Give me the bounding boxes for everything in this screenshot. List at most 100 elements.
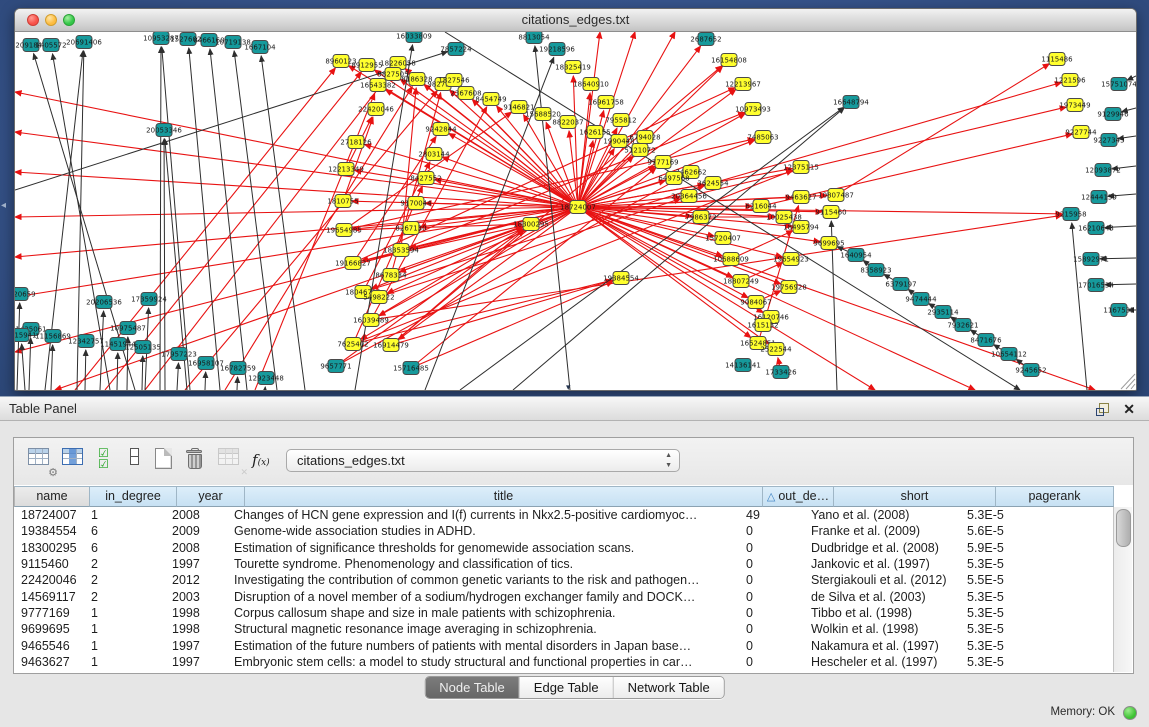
table-row[interactable]: 977716911998Corpus callosum shape and si… — [15, 605, 1114, 621]
tab-network-table[interactable]: Network Table — [614, 677, 724, 698]
table-panel-titlebar[interactable]: Table Panel ✕ — [0, 396, 1149, 421]
graph-node[interactable]: 7955812 — [605, 114, 636, 127]
graph-node[interactable]: 16154808 — [711, 54, 747, 67]
citation-edge[interactable] — [578, 207, 751, 338]
graph-node[interactable]: 2320659 — [15, 288, 36, 301]
split-pane-handle-icon[interactable]: ▾ — [566, 382, 571, 393]
graph-node[interactable]: 14136141 — [725, 359, 761, 372]
column-header-year[interactable]: year — [177, 486, 245, 507]
table-row[interactable]: 969969511998Structural magnetic resonanc… — [15, 621, 1114, 637]
graph-node[interactable]: 10975487 — [110, 322, 146, 335]
table-row[interactable]: 911546021997Tourette syndrome. Phenomeno… — [15, 556, 1114, 572]
column-header-name[interactable]: name — [14, 486, 90, 507]
citation-edge[interactable] — [177, 363, 179, 390]
graph-node[interactable]: 19166827 — [335, 257, 371, 270]
graph-node[interactable]: 20206536 — [86, 296, 122, 309]
graph-node[interactable]: 2718126 — [340, 136, 372, 149]
graph-node[interactable]: 17016534 — [1078, 279, 1114, 292]
graph-node[interactable]: 10807487 — [818, 189, 854, 202]
float-panel-icon[interactable] — [1096, 403, 1109, 416]
graph-node[interactable]: 9227343 — [1093, 134, 1124, 147]
graph-node[interactable]: 16033809 — [396, 32, 432, 43]
graph-node[interactable]: 9474444 — [905, 293, 937, 306]
citation-edge[interactable] — [234, 51, 277, 390]
table-settings-icon[interactable]: ⚙ — [28, 448, 54, 474]
graph-node[interactable]: 16914479 — [373, 339, 409, 352]
network-canvas[interactable]: 1872400789601238912955182260589827505818… — [15, 32, 1136, 390]
graph-node[interactable]: 1810755 — [327, 195, 358, 208]
graph-node[interactable]: 8813054 — [518, 32, 550, 44]
citation-edge[interactable] — [15, 132, 578, 207]
citation-edge[interactable] — [17, 303, 20, 390]
delete-trash-icon[interactable] — [186, 448, 212, 474]
citation-edge[interactable] — [29, 338, 31, 390]
resize-grip-icon[interactable] — [1126, 379, 1135, 389]
graph-node[interactable]: 19218596 — [539, 43, 575, 56]
scrollbar-thumb[interactable] — [1116, 509, 1131, 547]
citation-edge[interactable] — [237, 377, 238, 390]
close-panel-icon[interactable]: ✕ — [1123, 400, 1135, 418]
vertical-scrollbar[interactable] — [1113, 507, 1132, 672]
graph-node[interactable]: 8471676 — [970, 334, 1002, 347]
graph-node[interactable]: 16961758 — [588, 96, 624, 109]
tab-node-table[interactable]: Node Table — [425, 677, 520, 698]
citation-edge[interactable] — [15, 207, 578, 297]
graph-node[interactable]: 12444159 — [1081, 191, 1117, 204]
graph-node[interactable]: 6379197 — [885, 278, 916, 291]
network-view-window[interactable]: citations_edges.txt 18724007896012389129… — [14, 8, 1137, 391]
graph-node[interactable]: 9242844 — [425, 123, 457, 136]
citation-edge[interactable] — [162, 47, 190, 390]
graph-node[interactable]: 18640910 — [573, 78, 609, 91]
graph-node[interactable]: 22420046 — [358, 103, 394, 116]
graph-node[interactable]: 16648794 — [833, 96, 869, 109]
graph-node[interactable]: 16210643 — [1078, 222, 1114, 235]
citation-edge[interactable] — [160, 47, 161, 390]
tab-edge-table[interactable]: Edge Table — [520, 677, 614, 698]
column-header-in_degree[interactable]: in_degree — [90, 486, 177, 507]
graph-node[interactable]: 8358923 — [860, 264, 891, 277]
column-header-title[interactable]: title — [245, 486, 763, 507]
graph-node[interactable]: 10654112 — [991, 348, 1027, 361]
citation-edge[interactable] — [51, 345, 53, 390]
new-document-icon[interactable] — [155, 448, 181, 474]
table-row[interactable]: 946554611997Estimation of the future num… — [15, 637, 1114, 653]
graph-node[interactable]: 1733426 — [765, 366, 797, 379]
graph-node[interactable]: 20691406 — [66, 36, 102, 49]
panel-collapse-arrow-icon[interactable]: ◂ — [1, 200, 6, 211]
table-row[interactable]: 946362711997Embryonic stem cells: a mode… — [15, 654, 1114, 670]
network-window-titlebar[interactable]: citations_edges.txt — [15, 9, 1136, 32]
graph-node[interactable]: 9463627 — [785, 191, 816, 204]
citation-edge[interactable] — [142, 356, 143, 390]
graph-node[interactable]: 1973449 — [1059, 99, 1090, 112]
graph-node[interactable]: 2935114 — [927, 306, 959, 319]
graph-node[interactable]: 12213967 — [725, 78, 761, 91]
graph-node[interactable]: 18325419 — [555, 61, 591, 74]
graph-node[interactable]: 9129946 — [1097, 108, 1129, 121]
citation-edge[interactable] — [535, 46, 570, 390]
citation-edge[interactable] — [578, 207, 781, 284]
graph-node[interactable]: 9115460 — [815, 206, 846, 219]
graph-node[interactable]: 15892971 — [1073, 253, 1109, 266]
function-builder-icon[interactable]: f(x) — [252, 448, 282, 474]
rows-icon[interactable] — [126, 448, 152, 474]
graph-node[interactable]: 1167533 — [1103, 304, 1134, 317]
graph-node[interactable]: 1115486 — [1041, 53, 1073, 66]
citation-edge[interactable] — [411, 282, 613, 368]
column-header-short[interactable]: short — [834, 486, 996, 507]
citation-edge[interactable] — [371, 215, 1062, 320]
graph-node[interactable]: 7857224 — [440, 43, 472, 56]
citation-edge[interactable] — [22, 344, 25, 390]
graph-node[interactable]: 15716485 — [393, 362, 429, 375]
citation-edge[interactable] — [836, 64, 1049, 195]
citation-edge[interactable] — [391, 281, 612, 345]
table-row[interactable]: 2242004622012Investigating the contribut… — [15, 572, 1114, 588]
graph-node[interactable]: 9215958 — [1055, 208, 1086, 221]
graph-node[interactable]: 9657771 — [320, 360, 351, 373]
citation-edge[interactable] — [85, 350, 86, 390]
graph-node[interactable]: 19654985 — [326, 224, 362, 237]
memory-status-indicator[interactable] — [1123, 706, 1137, 720]
column-header-pagerank[interactable]: pagerank — [996, 486, 1114, 507]
table-row[interactable]: 1872400712008Changes of HCN gene express… — [15, 507, 1114, 523]
graph-node[interactable]: 12093872 — [1085, 164, 1121, 177]
citation-network-graph[interactable]: 1872400789601238912955182260589827505818… — [15, 32, 1136, 390]
